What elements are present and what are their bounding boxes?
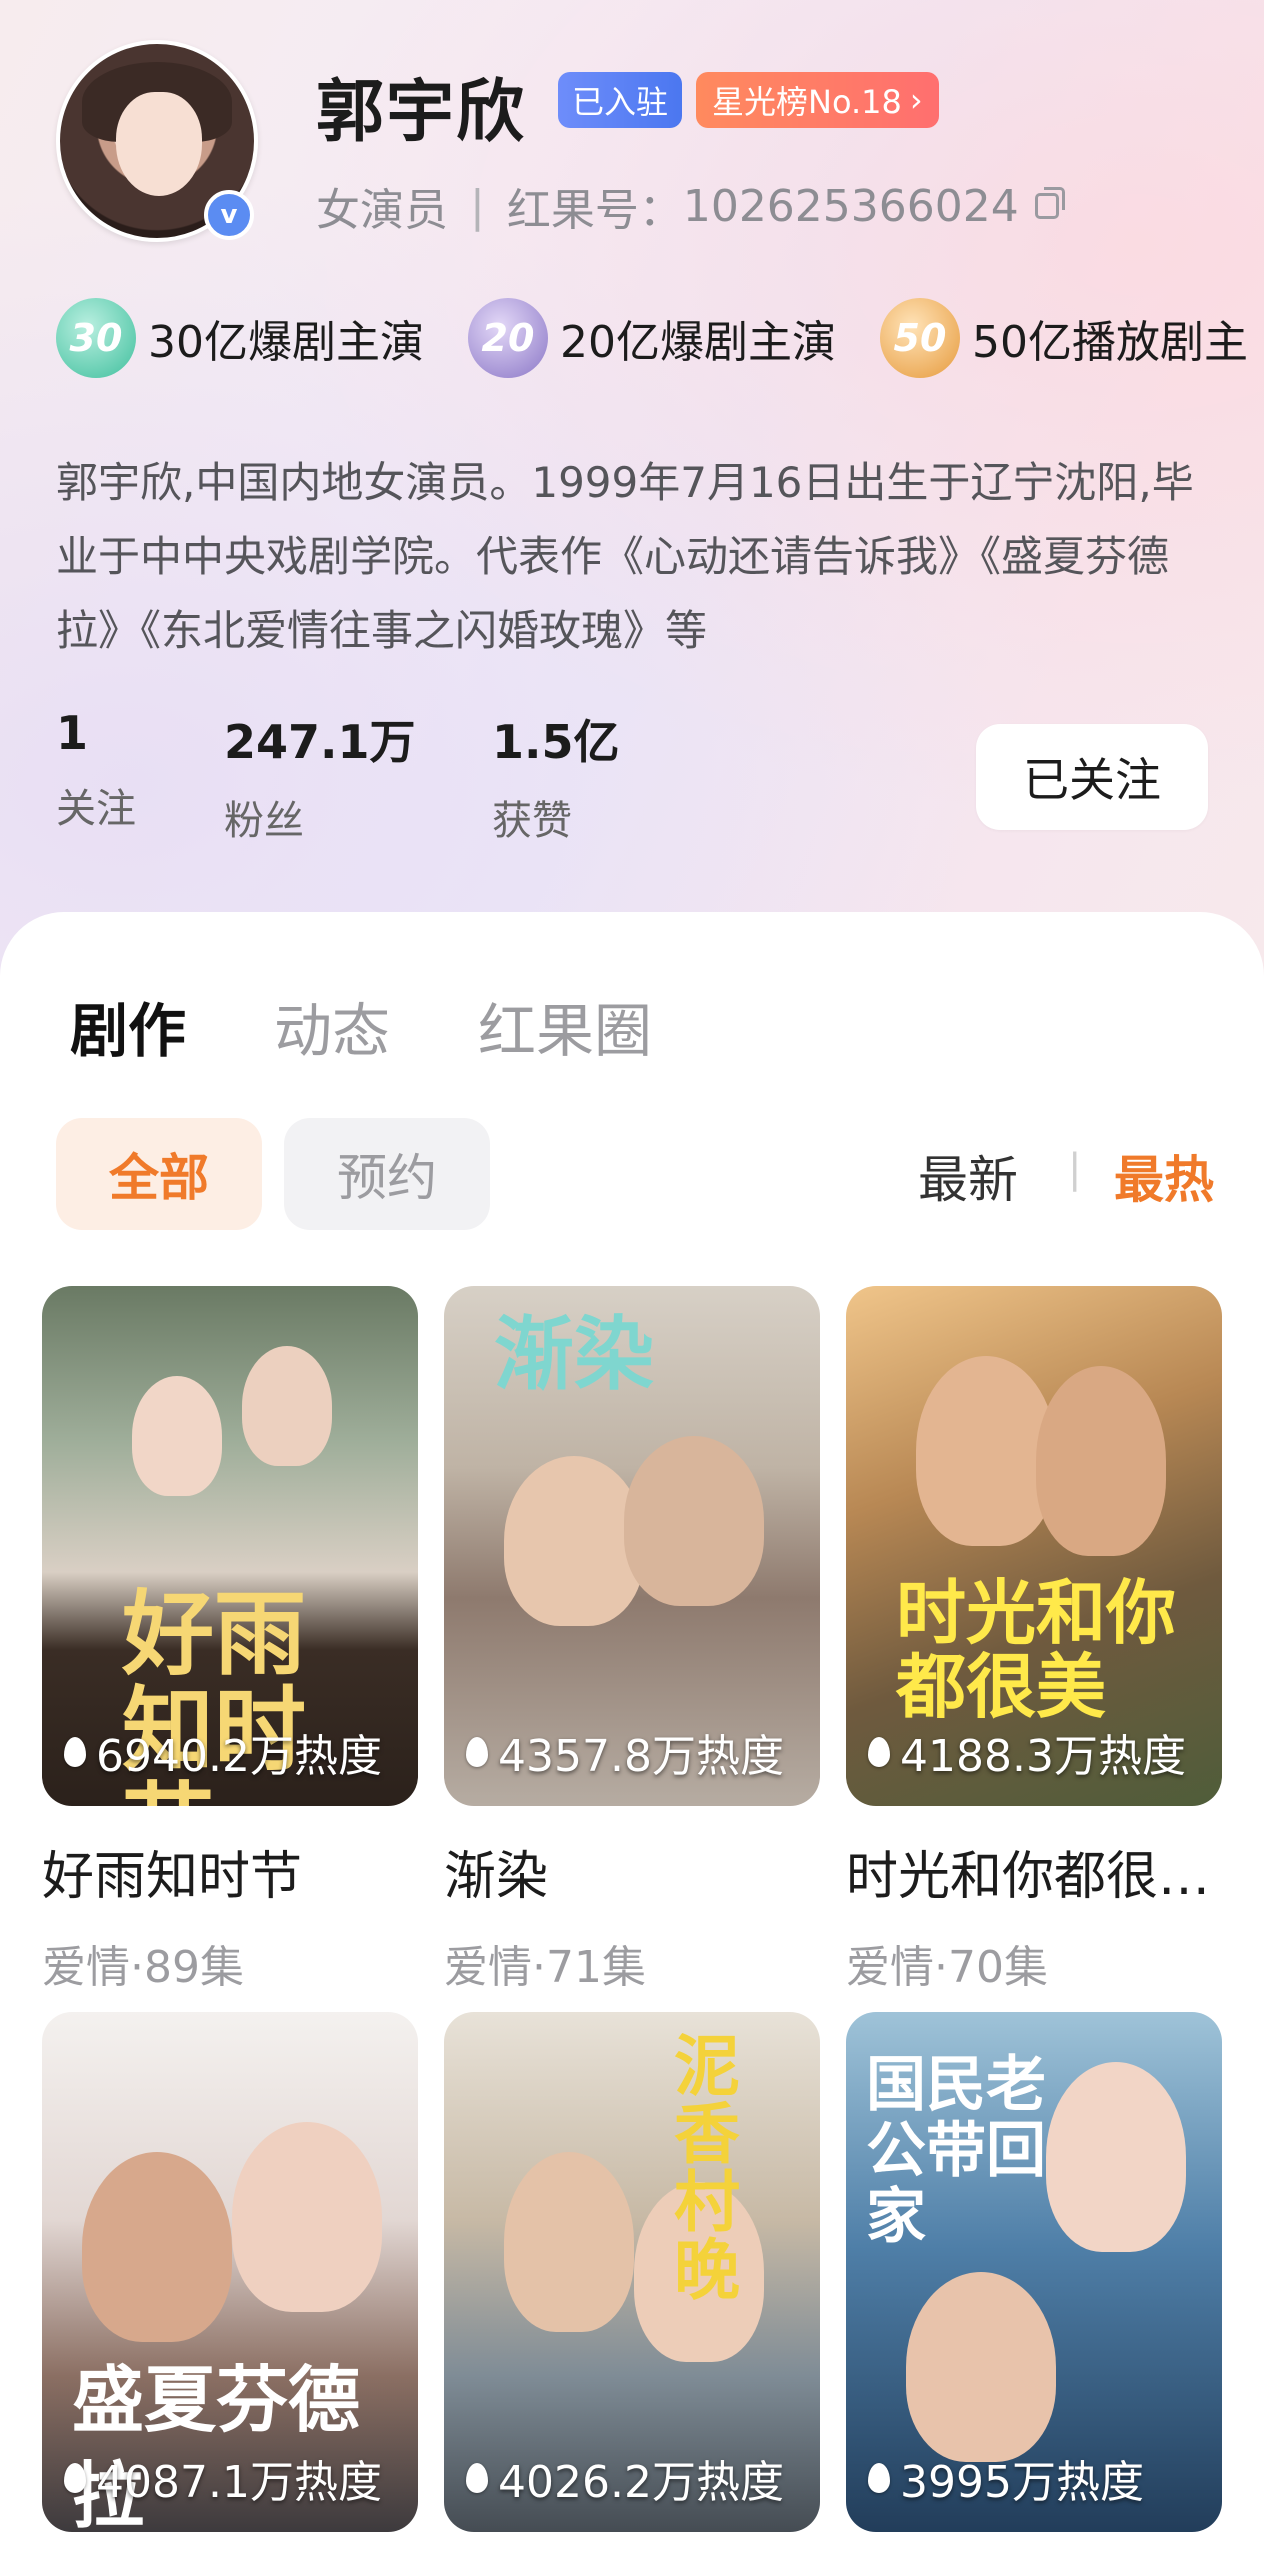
stat-value: 247.1万 (224, 715, 416, 769)
poster-title-art: 泥香村晚 (674, 2027, 740, 2309)
drama-card[interactable]: 盛夏芬德拉 4087.1万热度 (42, 2012, 418, 2532)
profile-bio: 郭宇欣,中国内地女演员。1999年7月16日出生于辽宁沈阳,毕业于中中央戏剧学院… (56, 458, 1194, 655)
profile-name: 郭宇欣 (316, 73, 527, 152)
sort-hottest[interactable]: 最热 (1114, 1140, 1214, 1212)
verified-icon: v (204, 190, 254, 240)
chevron-right-icon: › (909, 81, 923, 119)
drama-poster: 国民老公带回家 3995万热度 (846, 2012, 1222, 2532)
flame-icon (466, 1737, 488, 1767)
stat-label: 粉丝 (224, 798, 304, 844)
drama-title: 渐染 (444, 1847, 549, 1907)
flame-icon (64, 2463, 86, 2493)
heat-value: 6940.2万热度 (96, 1731, 382, 1782)
rank-badge-label: 星光榜No.18 (712, 83, 902, 121)
poster-title-art: 国民老公带回家 (866, 2050, 1046, 2252)
heat-value: 3995万热度 (900, 2457, 1144, 2508)
drama-meta: 爱情·70集 (846, 1942, 1048, 1993)
heat-indicator: 4188.3万热度 (868, 1720, 1186, 1784)
drama-poster: 时光和你都很美 4188.3万热度 (846, 1286, 1222, 1806)
stat-label: 获赞 (492, 798, 572, 844)
tab-updates[interactable]: 动态 (274, 984, 390, 1068)
heat-indicator: 4087.1万热度 (64, 2446, 382, 2510)
poster-title-art: 时光和你都很美 (896, 1571, 1176, 1728)
profile-id-label: 红果号： (506, 185, 683, 236)
honor-list: 30 30亿爆剧主演 20 20亿爆剧主演 50 50亿播放剧主 (56, 298, 1248, 378)
drama-title: 好雨知时节 (42, 1847, 303, 1907)
divider: | (470, 180, 485, 232)
heat-value: 4087.1万热度 (96, 2457, 382, 2508)
drama-card[interactable]: 国民老公带回家 3995万热度 (846, 2012, 1222, 2532)
stat-fans[interactable]: 247.1万 粉丝 (224, 706, 416, 846)
sort-newest[interactable]: 最新 (918, 1140, 1018, 1212)
profile-subline: 女演员 | 红果号： 102625366024 (316, 174, 1065, 238)
drama-title: 时光和你都很… (846, 1847, 1211, 1907)
copy-icon[interactable] (1034, 187, 1065, 219)
heat-value: 4026.2万热度 (498, 2457, 784, 2508)
heat-indicator: 6940.2万热度 (64, 1720, 382, 1784)
drama-card[interactable]: 泥香村晚 4026.2万热度 (444, 2012, 820, 2532)
stat-likes[interactable]: 1.5亿 获赞 (492, 706, 620, 846)
honor-item[interactable]: 50 50亿播放剧主 (880, 298, 1248, 378)
flame-icon (868, 2463, 890, 2493)
honor-50-icon: 50 (880, 298, 960, 378)
profile-id-value: 102625366024 (682, 180, 1019, 232)
poster-title-art: 渐染 (494, 1307, 654, 1401)
drama-poster: 渐染 4357.8万热度 (444, 1286, 820, 1806)
joined-badge: 已入驻 (558, 72, 683, 128)
drama-card[interactable]: 时光和你都很美 4188.3万热度 时光和你都很… 爱情·70集 (846, 1286, 1222, 1995)
flame-icon (868, 1737, 890, 1767)
rank-badge[interactable]: 星光榜No.18 › (696, 72, 939, 128)
honor-20-icon: 20 (468, 298, 548, 378)
flame-icon (466, 2463, 488, 2493)
tab-circle[interactable]: 红果圈 (478, 984, 652, 1068)
stat-value: 1.5亿 (492, 715, 620, 769)
drama-poster: 好雨知时节 6940.2万热度 (42, 1286, 418, 1806)
heat-indicator: 4357.8万热度 (466, 1720, 784, 1784)
honor-item[interactable]: 30 30亿爆剧主演 (56, 298, 424, 378)
filter-reserve[interactable]: 预约 (284, 1118, 490, 1230)
honor-label: 30亿爆剧主演 (148, 317, 424, 368)
heat-value: 4188.3万热度 (900, 1731, 1186, 1782)
tab-works[interactable]: 剧作 (70, 984, 186, 1068)
heat-value: 4357.8万热度 (498, 1731, 784, 1782)
filter-all[interactable]: 全部 (56, 1118, 262, 1230)
honor-label: 50亿播放剧主 (972, 317, 1248, 368)
honor-30-icon: 30 (56, 298, 136, 378)
honor-label: 20亿爆剧主演 (560, 317, 836, 368)
drama-meta: 爱情·89集 (42, 1942, 244, 1993)
flame-icon (64, 1737, 86, 1767)
stat-label: 关注 (56, 786, 136, 832)
drama-meta: 爱情·71集 (444, 1942, 646, 1993)
sort-divider: | (1068, 1146, 1082, 1192)
drama-card[interactable]: 渐染 4357.8万热度 渐染 爱情·71集 (444, 1286, 820, 1995)
heat-indicator: 4026.2万热度 (466, 2446, 784, 2510)
follow-button[interactable]: 已关注 (976, 724, 1208, 830)
drama-poster: 盛夏芬德拉 4087.1万热度 (42, 2012, 418, 2532)
drama-card[interactable]: 好雨知时节 6940.2万热度 好雨知时节 爱情·89集 (42, 1286, 418, 1995)
drama-poster: 泥香村晚 4026.2万热度 (444, 2012, 820, 2532)
stat-value: 1 (56, 706, 89, 760)
heat-indicator: 3995万热度 (868, 2446, 1144, 2510)
stat-following[interactable]: 1 关注 (56, 706, 136, 834)
profile-role: 女演员 (316, 185, 448, 236)
honor-item[interactable]: 20 20亿爆剧主演 (468, 298, 836, 378)
